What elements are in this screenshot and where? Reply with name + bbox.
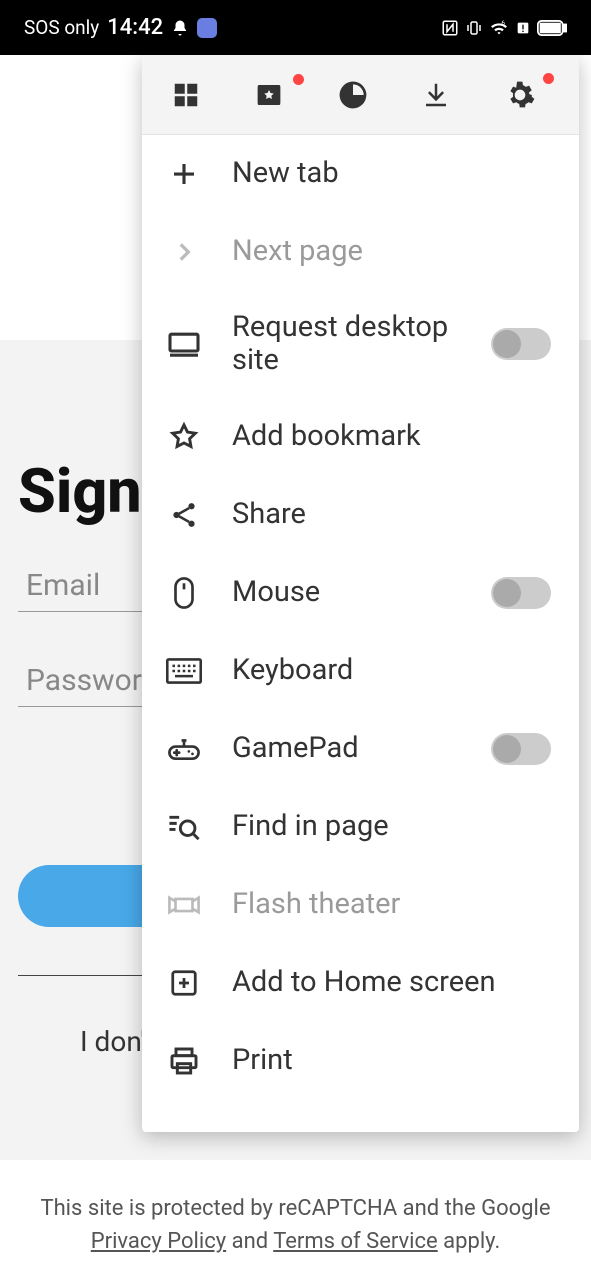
status-bar: SOS only 14:42 6 [0,0,591,55]
menu-label: Request desktop site [232,311,463,378]
menu-keyboard[interactable]: Keyboard [142,632,579,710]
calendar-icon [197,18,217,38]
menu-find-in-page[interactable]: Find in page [142,788,579,866]
svg-text:6: 6 [501,20,505,27]
menu-add-home[interactable]: Add to Home screen [142,944,579,1022]
battery-icon [537,20,567,36]
privacy-link[interactable]: Privacy Policy [91,1229,226,1254]
menu-sync[interactable]: Puffin Sync (Beta) [142,1100,579,1132]
footer: This site is protected by reCAPTCHA and … [0,1168,591,1280]
mouse-icon [164,576,204,610]
downloads-icon[interactable] [421,80,467,110]
alert-icon [515,20,531,36]
bell-icon [171,19,189,37]
menu-toolbar [142,55,579,135]
add-box-icon [164,968,204,998]
menu-gamepad[interactable]: GamePad [142,710,579,788]
bookmarks-icon[interactable] [254,80,300,110]
menu-desktop-site[interactable]: Request desktop site [142,291,579,398]
menu-label: Add bookmark [232,420,551,453]
desktop-icon [164,330,204,358]
gamepad-toggle[interactable] [491,733,551,765]
clock: 14:42 [107,15,163,40]
menu-share[interactable]: Share [142,476,579,554]
browser-menu: New tab Next page Request desktop site A… [142,55,579,1132]
terms-link[interactable]: Terms of Service [273,1229,438,1254]
menu-next-page: Next page [142,213,579,291]
mouse-toggle[interactable] [491,577,551,609]
dont-have-account-text: I don' [80,1025,145,1058]
theater-icon [164,893,204,917]
menu-add-bookmark[interactable]: Add bookmark [142,398,579,476]
menu-label: Share [232,498,551,531]
history-icon[interactable] [337,79,383,111]
menu-label: Flash theater [232,888,551,921]
plus-icon [164,159,204,189]
nfc-icon [441,19,459,37]
tabs-icon[interactable] [171,80,217,110]
chevron-right-icon [164,239,204,265]
menu-flash-theater: Flash theater [142,866,579,944]
desktop-toggle[interactable] [491,328,551,360]
footer-text: This site is protected by reCAPTCHA and … [40,1196,550,1221]
wifi-icon: 6 [489,20,509,36]
vibrate-icon [465,19,483,37]
menu-label: Add to Home screen [232,966,551,999]
menu-mouse[interactable]: Mouse [142,554,579,632]
menu-label: Next page [232,235,551,268]
menu-label: Find in page [232,810,551,843]
share-icon [164,500,204,530]
menu-label: Print [232,1044,551,1077]
search-icon [164,812,204,842]
menu-print[interactable]: Print [142,1022,579,1100]
page-title: Sign [18,455,142,527]
star-icon [164,421,204,453]
gamepad-icon [164,736,204,762]
menu-list: New tab Next page Request desktop site A… [142,135,579,1132]
settings-icon[interactable] [504,79,550,111]
menu-label: Keyboard [232,654,551,687]
notification-dot [543,73,554,84]
menu-label: GamePad [232,732,463,765]
network-status: SOS only [24,16,99,39]
notification-dot [293,74,304,85]
print-icon [164,1045,204,1077]
menu-label: Mouse [232,576,463,609]
menu-new-tab[interactable]: New tab [142,135,579,213]
keyboard-icon [164,658,204,684]
menu-label: New tab [232,157,551,190]
